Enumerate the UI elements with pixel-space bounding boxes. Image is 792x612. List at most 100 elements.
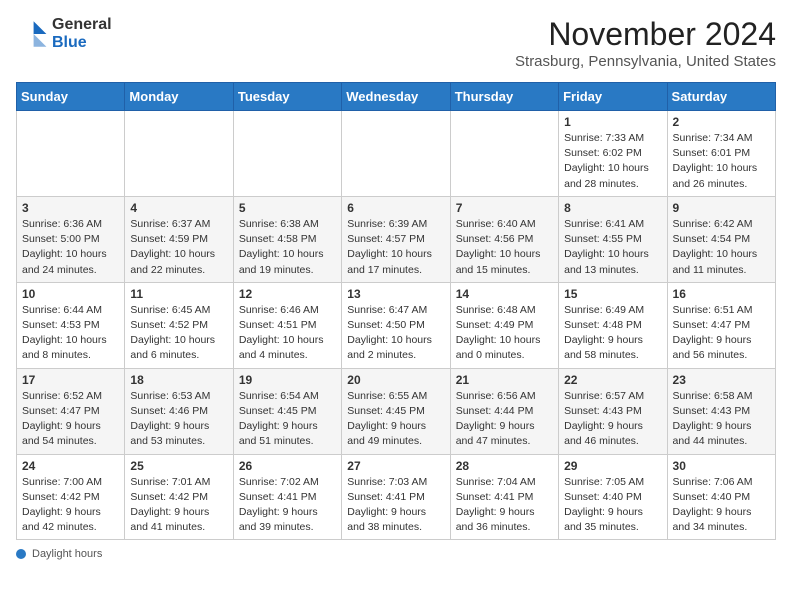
calendar-week-row: 3 Sunrise: 6:36 AM Sunset: 5:00 PM Daylig… xyxy=(17,196,776,282)
month-title: November 2024 xyxy=(515,16,776,53)
calendar-cell xyxy=(233,111,341,197)
day-info: Sunrise: 7:34 AM Sunset: 6:01 PM Dayligh… xyxy=(673,131,770,192)
calendar-cell: 15Sunrise: 6:49 AM Sunset: 4:48 PM Dayli… xyxy=(559,282,667,368)
footer-dot xyxy=(16,549,26,559)
day-info: Sunrise: 6:44 AM Sunset: 4:53 PM Dayligh… xyxy=(22,303,119,364)
calendar-week-row: 17 Sunrise: 6:52 AM Sunset: 4:47 PM Dayli… xyxy=(17,368,776,454)
day-info: Sunrise: 6:46 AM Sunset: 4:51 PM Dayligh… xyxy=(239,303,336,364)
calendar-body: 1Sunrise: 7:33 AM Sunset: 6:02 PM Daylig… xyxy=(17,111,776,540)
calendar-cell: 3 Sunrise: 6:36 AM Sunset: 5:00 PM Daylig… xyxy=(17,196,125,282)
day-number: 11 xyxy=(130,287,227,301)
calendar-cell: 29 Sunrise: 7:05 AM Sunset: 4:40 PM Dayli… xyxy=(559,454,667,540)
calendar-cell: 14 Sunrise: 6:48 AM Sunset: 4:49 PM Dayli… xyxy=(450,282,558,368)
day-number: 2 xyxy=(673,115,770,129)
logo-general: General xyxy=(52,16,112,34)
calendar-cell xyxy=(450,111,558,197)
calendar-week-row: 10 Sunrise: 6:44 AM Sunset: 4:53 PM Dayli… xyxy=(17,282,776,368)
day-number: 14 xyxy=(456,287,553,301)
day-number: 30 xyxy=(673,459,770,473)
day-number: 7 xyxy=(456,201,553,215)
calendar-cell: 19Sunrise: 6:54 AM Sunset: 4:45 PM Dayli… xyxy=(233,368,341,454)
day-number: 22 xyxy=(564,373,661,387)
header: General Blue November 2024 Strasburg, Pe… xyxy=(16,16,776,70)
weekday-header-cell: Sunday xyxy=(17,83,125,111)
calendar-cell: 4 Sunrise: 6:37 AM Sunset: 4:59 PM Daylig… xyxy=(125,196,233,282)
title-area: November 2024 Strasburg, Pennsylvania, U… xyxy=(515,16,776,70)
day-info: Sunrise: 6:52 AM Sunset: 4:47 PM Dayligh… xyxy=(22,389,119,450)
calendar-cell: 25Sunrise: 7:01 AM Sunset: 4:42 PM Dayli… xyxy=(125,454,233,540)
day-number: 6 xyxy=(347,201,444,215)
day-number: 8 xyxy=(564,201,661,215)
logo: General Blue xyxy=(16,16,112,51)
day-info: Sunrise: 6:56 AM Sunset: 4:44 PM Dayligh… xyxy=(456,389,553,450)
day-number: 26 xyxy=(239,459,336,473)
day-number: 29 xyxy=(564,459,661,473)
calendar-cell: 5Sunrise: 6:38 AM Sunset: 4:58 PM Daylig… xyxy=(233,196,341,282)
logo-icon xyxy=(16,18,48,50)
day-number: 3 xyxy=(22,201,119,215)
day-info: Sunrise: 7:05 AM Sunset: 4:40 PM Dayligh… xyxy=(564,475,661,536)
calendar-cell: 13 Sunrise: 6:47 AM Sunset: 4:50 PM Dayli… xyxy=(342,282,450,368)
logo-blue: Blue xyxy=(52,34,112,52)
day-number: 23 xyxy=(673,373,770,387)
calendar-cell: 1Sunrise: 7:33 AM Sunset: 6:02 PM Daylig… xyxy=(559,111,667,197)
calendar-cell: 7 Sunrise: 6:40 AM Sunset: 4:56 PM Daylig… xyxy=(450,196,558,282)
logo-text: General Blue xyxy=(52,16,112,51)
calendar-cell: 20Sunrise: 6:55 AM Sunset: 4:45 PM Dayli… xyxy=(342,368,450,454)
day-number: 24 xyxy=(22,459,119,473)
calendar-cell: 27Sunrise: 7:03 AM Sunset: 4:41 PM Dayli… xyxy=(342,454,450,540)
calendar-cell xyxy=(342,111,450,197)
day-number: 10 xyxy=(22,287,119,301)
day-info: Sunrise: 6:36 AM Sunset: 5:00 PM Dayligh… xyxy=(22,217,119,278)
day-info: Sunrise: 6:47 AM Sunset: 4:50 PM Dayligh… xyxy=(347,303,444,364)
day-number: 12 xyxy=(239,287,336,301)
daylight-label: Daylight hours xyxy=(32,548,102,560)
day-info: Sunrise: 7:02 AM Sunset: 4:41 PM Dayligh… xyxy=(239,475,336,536)
weekday-header-cell: Thursday xyxy=(450,83,558,111)
calendar-cell: 2 Sunrise: 7:34 AM Sunset: 6:01 PM Daylig… xyxy=(667,111,775,197)
day-info: Sunrise: 6:49 AM Sunset: 4:48 PM Dayligh… xyxy=(564,303,661,364)
day-info: Sunrise: 7:33 AM Sunset: 6:02 PM Dayligh… xyxy=(564,131,661,192)
day-number: 4 xyxy=(130,201,227,215)
day-number: 19 xyxy=(239,373,336,387)
calendar-cell: 30Sunrise: 7:06 AM Sunset: 4:40 PM Dayli… xyxy=(667,454,775,540)
day-info: Sunrise: 6:53 AM Sunset: 4:46 PM Dayligh… xyxy=(130,389,227,450)
calendar-cell: 18 Sunrise: 6:53 AM Sunset: 4:46 PM Dayli… xyxy=(125,368,233,454)
day-info: Sunrise: 6:37 AM Sunset: 4:59 PM Dayligh… xyxy=(130,217,227,278)
calendar-cell xyxy=(125,111,233,197)
weekday-header-cell: Saturday xyxy=(667,83,775,111)
calendar-table: SundayMondayTuesdayWednesdayThursdayFrid… xyxy=(16,82,776,540)
calendar-cell: 24Sunrise: 7:00 AM Sunset: 4:42 PM Dayli… xyxy=(17,454,125,540)
location-title: Strasburg, Pennsylvania, United States xyxy=(515,53,776,70)
weekday-header-cell: Monday xyxy=(125,83,233,111)
day-info: Sunrise: 6:40 AM Sunset: 4:56 PM Dayligh… xyxy=(456,217,553,278)
day-number: 17 xyxy=(22,373,119,387)
day-number: 13 xyxy=(347,287,444,301)
weekday-header-cell: Wednesday xyxy=(342,83,450,111)
day-number: 16 xyxy=(673,287,770,301)
calendar-cell: 12 Sunrise: 6:46 AM Sunset: 4:51 PM Dayli… xyxy=(233,282,341,368)
day-info: Sunrise: 6:51 AM Sunset: 4:47 PM Dayligh… xyxy=(673,303,770,364)
calendar-cell: 8 Sunrise: 6:41 AM Sunset: 4:55 PM Daylig… xyxy=(559,196,667,282)
day-info: Sunrise: 6:55 AM Sunset: 4:45 PM Dayligh… xyxy=(347,389,444,450)
calendar-cell: 9 Sunrise: 6:42 AM Sunset: 4:54 PM Daylig… xyxy=(667,196,775,282)
calendar-cell: 22Sunrise: 6:57 AM Sunset: 4:43 PM Dayli… xyxy=(559,368,667,454)
day-info: Sunrise: 6:42 AM Sunset: 4:54 PM Dayligh… xyxy=(673,217,770,278)
day-number: 28 xyxy=(456,459,553,473)
calendar-week-row: 1Sunrise: 7:33 AM Sunset: 6:02 PM Daylig… xyxy=(17,111,776,197)
calendar-cell: 11 Sunrise: 6:45 AM Sunset: 4:52 PM Dayli… xyxy=(125,282,233,368)
calendar-cell: 17 Sunrise: 6:52 AM Sunset: 4:47 PM Dayli… xyxy=(17,368,125,454)
day-info: Sunrise: 6:48 AM Sunset: 4:49 PM Dayligh… xyxy=(456,303,553,364)
day-info: Sunrise: 6:58 AM Sunset: 4:43 PM Dayligh… xyxy=(673,389,770,450)
day-info: Sunrise: 6:45 AM Sunset: 4:52 PM Dayligh… xyxy=(130,303,227,364)
calendar-cell xyxy=(17,111,125,197)
calendar-cell: 28Sunrise: 7:04 AM Sunset: 4:41 PM Dayli… xyxy=(450,454,558,540)
day-info: Sunrise: 7:01 AM Sunset: 4:42 PM Dayligh… xyxy=(130,475,227,536)
calendar-cell: 21Sunrise: 6:56 AM Sunset: 4:44 PM Dayli… xyxy=(450,368,558,454)
day-number: 9 xyxy=(673,201,770,215)
calendar-cell: 16 Sunrise: 6:51 AM Sunset: 4:47 PM Dayli… xyxy=(667,282,775,368)
day-info: Sunrise: 6:41 AM Sunset: 4:55 PM Dayligh… xyxy=(564,217,661,278)
calendar-week-row: 24Sunrise: 7:00 AM Sunset: 4:42 PM Dayli… xyxy=(17,454,776,540)
day-number: 18 xyxy=(130,373,227,387)
day-number: 27 xyxy=(347,459,444,473)
